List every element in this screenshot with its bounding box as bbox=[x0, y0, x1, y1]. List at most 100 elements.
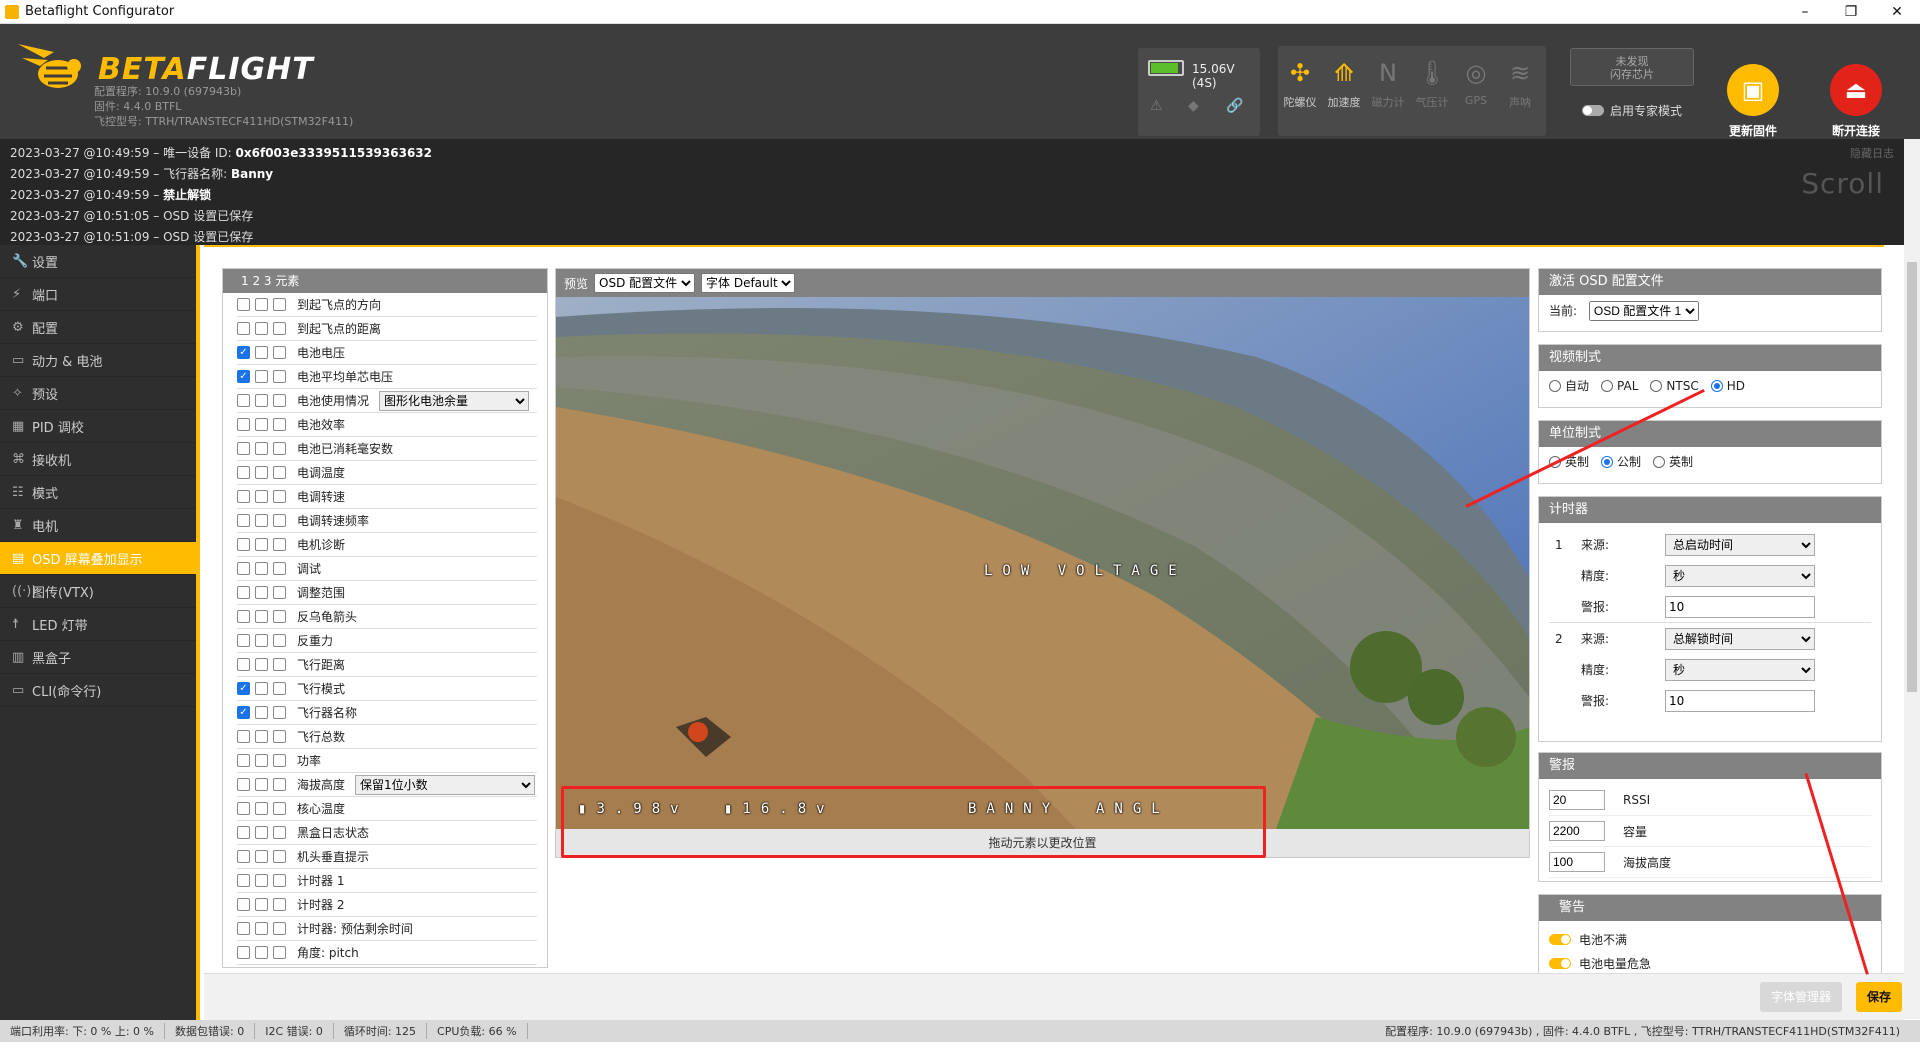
profile-2-checkbox[interactable] bbox=[255, 682, 268, 695]
profile-2-checkbox[interactable] bbox=[255, 466, 268, 479]
font-manager-button[interactable]: 字体管理器 bbox=[1760, 982, 1842, 1012]
profile-3-checkbox[interactable] bbox=[273, 442, 286, 455]
profile-1-checkbox[interactable] bbox=[237, 538, 250, 551]
close-button[interactable]: ✕ bbox=[1874, 0, 1920, 24]
profile-2-checkbox[interactable] bbox=[255, 370, 268, 383]
video-format-radio[interactable] bbox=[1650, 379, 1663, 392]
profile-2-checkbox[interactable] bbox=[255, 778, 268, 791]
profile-2-checkbox[interactable] bbox=[255, 874, 268, 887]
profile-2-checkbox[interactable] bbox=[255, 946, 268, 959]
sidebar-item-osd[interactable]: ▤ OSD 屏幕叠加显示 bbox=[0, 542, 196, 575]
profile-1-checkbox[interactable] bbox=[237, 850, 250, 863]
font-select[interactable]: 字体 Default bbox=[701, 273, 796, 293]
sidebar-item-wrench[interactable]: 🔧 设置 bbox=[0, 245, 196, 278]
profile-3-checkbox[interactable] bbox=[273, 466, 286, 479]
profile-1-checkbox[interactable] bbox=[237, 802, 250, 815]
osd-element-variant-select[interactable]: 保留1位小数 bbox=[355, 774, 536, 795]
profile-3-checkbox[interactable] bbox=[273, 394, 286, 407]
profile-3-checkbox[interactable] bbox=[273, 754, 286, 767]
maximize-button[interactable]: ❐ bbox=[1828, 0, 1874, 24]
profile-2-checkbox[interactable] bbox=[255, 298, 268, 311]
profile-1-checkbox[interactable] bbox=[237, 322, 250, 335]
minimize-button[interactable]: – bbox=[1782, 0, 1828, 24]
profile-1-checkbox[interactable]: ✓ bbox=[237, 706, 250, 719]
sidebar-item-modes[interactable]: ☷ 模式 bbox=[0, 476, 196, 509]
video-format-radio[interactable] bbox=[1601, 379, 1614, 392]
alarm-value-input[interactable] bbox=[1549, 852, 1605, 872]
profile-1-checkbox[interactable] bbox=[237, 826, 250, 839]
profile-3-checkbox[interactable] bbox=[273, 610, 286, 623]
profile-2-checkbox[interactable] bbox=[255, 706, 268, 719]
sidebar-item-vtx[interactable]: ((·)) 图传(VTX) bbox=[0, 575, 196, 608]
osd-low-voltage-warning[interactable]: LOW VOLTAGE bbox=[984, 563, 1187, 579]
update-firmware-button[interactable]: ▣ 更新固件 bbox=[1703, 64, 1803, 139]
warning-toggle[interactable] bbox=[1549, 957, 1571, 969]
profile-2-checkbox[interactable] bbox=[255, 538, 268, 551]
profile-1-checkbox[interactable] bbox=[237, 418, 250, 431]
profile-1-checkbox[interactable] bbox=[237, 946, 250, 959]
profile-1-checkbox[interactable] bbox=[237, 490, 250, 503]
sidebar-item-preset[interactable]: ✧ 预设 bbox=[0, 377, 196, 410]
profile-2-checkbox[interactable] bbox=[255, 322, 268, 335]
video-format-radio[interactable] bbox=[1549, 379, 1561, 392]
profile-3-checkbox[interactable] bbox=[273, 346, 286, 359]
units-radio[interactable] bbox=[1653, 455, 1666, 468]
profile-3-checkbox[interactable] bbox=[273, 850, 286, 863]
sidebar-item-battery[interactable]: ▭ 动力 & 电池 bbox=[0, 344, 196, 377]
profile-3-checkbox[interactable] bbox=[273, 682, 286, 695]
profile-3-checkbox[interactable] bbox=[273, 730, 286, 743]
sidebar-item-led[interactable]: ☨ LED 灯带 bbox=[0, 608, 196, 641]
current-profile-select[interactable]: OSD 配置文件 1 bbox=[1588, 301, 1699, 321]
profile-1-checkbox[interactable] bbox=[237, 298, 250, 311]
profile-1-checkbox[interactable] bbox=[237, 874, 250, 887]
profile-2-checkbox[interactable] bbox=[255, 730, 268, 743]
profile-1-checkbox[interactable]: ✓ bbox=[237, 370, 250, 383]
profile-1-checkbox[interactable]: ✓ bbox=[237, 346, 250, 359]
profile-3-checkbox[interactable] bbox=[273, 946, 286, 959]
profile-2-checkbox[interactable] bbox=[255, 802, 268, 815]
warning-toggle[interactable] bbox=[1549, 933, 1571, 945]
profile-3-checkbox[interactable] bbox=[273, 778, 286, 791]
profile-3-checkbox[interactable] bbox=[273, 562, 286, 575]
profile-2-checkbox[interactable] bbox=[255, 346, 268, 359]
units-radio[interactable] bbox=[1601, 455, 1614, 468]
profile-2-checkbox[interactable] bbox=[255, 898, 268, 911]
sidebar-item-receiver[interactable]: ⌘ 接收机 bbox=[0, 443, 196, 476]
profile-2-checkbox[interactable] bbox=[255, 394, 268, 407]
profile-1-checkbox[interactable] bbox=[237, 586, 250, 599]
sidebar-item-port[interactable]: ⚡ 端口 bbox=[0, 278, 196, 311]
profile-2-checkbox[interactable] bbox=[255, 562, 268, 575]
profile-2-checkbox[interactable] bbox=[255, 754, 268, 767]
scrollbar-thumb[interactable] bbox=[1907, 262, 1917, 692]
profile-3-checkbox[interactable] bbox=[273, 538, 286, 551]
profile-1-checkbox[interactable] bbox=[237, 514, 250, 527]
profile-3-checkbox[interactable] bbox=[273, 658, 286, 671]
profile-1-checkbox[interactable] bbox=[237, 466, 250, 479]
hide-log-link[interactable]: 隐藏日志 bbox=[1850, 143, 1894, 164]
sidebar-item-motor[interactable]: ♜ 电机 bbox=[0, 509, 196, 542]
alarm-value-input[interactable] bbox=[1549, 821, 1605, 841]
profile-3-checkbox[interactable] bbox=[273, 370, 286, 383]
profile-3-checkbox[interactable] bbox=[273, 298, 286, 311]
osd-element-variant-select[interactable]: 图形化电池余量 bbox=[379, 390, 530, 411]
profile-3-checkbox[interactable] bbox=[273, 874, 286, 887]
vertical-scrollbar[interactable] bbox=[1904, 139, 1920, 1019]
expert-mode-switch[interactable] bbox=[1582, 105, 1604, 116]
profile-1-checkbox[interactable] bbox=[237, 730, 250, 743]
preview-profile-select[interactable]: OSD 配置文件 bbox=[594, 273, 696, 293]
profile-1-checkbox[interactable] bbox=[237, 778, 250, 791]
profile-2-checkbox[interactable] bbox=[255, 586, 268, 599]
profile-1-checkbox[interactable] bbox=[237, 562, 250, 575]
profile-1-checkbox[interactable] bbox=[237, 442, 250, 455]
profile-3-checkbox[interactable] bbox=[273, 514, 286, 527]
profile-1-checkbox[interactable] bbox=[237, 658, 250, 671]
profile-2-checkbox[interactable] bbox=[255, 634, 268, 647]
profile-1-checkbox[interactable] bbox=[237, 898, 250, 911]
profile-3-checkbox[interactable] bbox=[273, 634, 286, 647]
profile-3-checkbox[interactable] bbox=[273, 802, 286, 815]
disconnect-button[interactable]: ⏏ 断开连接 bbox=[1806, 64, 1906, 139]
profile-1-checkbox[interactable] bbox=[237, 610, 250, 623]
profile-2-checkbox[interactable] bbox=[255, 826, 268, 839]
profile-3-checkbox[interactable] bbox=[273, 826, 286, 839]
profile-2-checkbox[interactable] bbox=[255, 418, 268, 431]
